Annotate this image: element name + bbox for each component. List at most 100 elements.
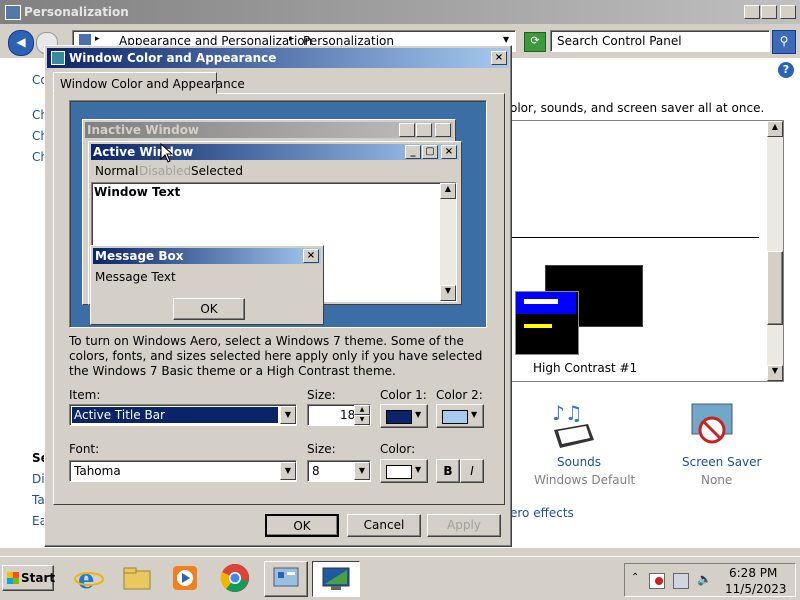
inactive-min-icon: _ bbox=[399, 123, 415, 137]
ok-button[interactable]: OK bbox=[265, 514, 339, 537]
inactive-max-icon: ▢ bbox=[416, 123, 432, 137]
sounds-item[interactable]: ♪♫ Sounds Windows Default bbox=[530, 398, 635, 490]
apply-button[interactable]: Apply bbox=[427, 514, 501, 537]
size-spin-down[interactable]: ▼ bbox=[354, 415, 370, 425]
theme-high-contrast-1[interactable] bbox=[515, 263, 645, 363]
screensaver-item[interactable]: Screen Saver None bbox=[670, 398, 762, 490]
font-size-label: Size: bbox=[307, 442, 336, 456]
dialog-close-button[interactable]: × bbox=[491, 51, 507, 65]
internet-explorer-icon[interactable]: e bbox=[74, 563, 104, 595]
search-button[interactable]: ⚲ bbox=[772, 30, 796, 54]
font-color-swatch bbox=[386, 465, 412, 479]
tab-label: Window Color and Appearance bbox=[60, 77, 245, 91]
active-close-icon: × bbox=[441, 145, 457, 159]
clock-date[interactable]: 11/5/2023 bbox=[725, 582, 787, 596]
network-icon[interactable] bbox=[673, 573, 689, 589]
msgbox-title-bar: Message Box × bbox=[93, 248, 321, 264]
font-select[interactable]: Tahoma ▼ bbox=[69, 460, 297, 482]
scroll-up-button[interactable]: ▲ bbox=[767, 121, 783, 137]
scroll-thumb[interactable] bbox=[767, 251, 783, 325]
clock-time[interactable]: 6:28 PM bbox=[729, 566, 777, 580]
search-placeholder: Search Control Panel bbox=[557, 34, 682, 48]
font-size-select[interactable]: 8 ▼ bbox=[307, 460, 371, 482]
svg-text:e: e bbox=[78, 565, 95, 593]
font-size-dropdown-button[interactable]: ▼ bbox=[354, 462, 370, 480]
size-field[interactable]: 18 ▲ ▼ bbox=[307, 404, 371, 426]
chrome-icon[interactable] bbox=[220, 563, 250, 593]
svg-text:♪♫: ♪♫ bbox=[552, 401, 583, 425]
windows-logo-icon bbox=[7, 572, 19, 584]
scroll-down-button[interactable]: ▼ bbox=[767, 365, 783, 381]
page-description: olor, sounds, and screen saver all at on… bbox=[510, 101, 765, 115]
inactive-title-bar: Inactive Window _ ▢ × bbox=[85, 122, 453, 138]
volume-icon[interactable]: 🔈 bbox=[697, 572, 712, 586]
mouse-cursor-icon bbox=[160, 143, 174, 163]
theme-preview-bar-yellow bbox=[524, 324, 552, 328]
tray-x-icon bbox=[655, 577, 663, 585]
preview-scroll-down-icon: ▼ bbox=[440, 285, 456, 301]
maximize-button[interactable]: ▢ bbox=[761, 5, 777, 19]
sounds-sub: Windows Default bbox=[534, 473, 636, 487]
font-label: Font: bbox=[69, 442, 100, 456]
menu-selected: Selected bbox=[191, 164, 244, 178]
item-dropdown-button[interactable]: ▼ bbox=[280, 406, 296, 424]
outer-title-bar: Personalization _ ▢ × bbox=[0, 0, 800, 24]
bold-button[interactable]: B bbox=[436, 459, 460, 483]
italic-button[interactable]: I bbox=[460, 459, 484, 483]
msgbox-text: Message Text bbox=[95, 270, 176, 284]
font-dropdown-button[interactable]: ▼ bbox=[280, 462, 296, 480]
theme-name[interactable]: High Contrast #1 bbox=[533, 361, 637, 375]
back-button[interactable]: ◀ bbox=[8, 30, 34, 56]
system-tray: ⌃ 🔈 6:28 PM 11/5/2023 bbox=[624, 563, 796, 597]
refresh-button[interactable]: ⟳ bbox=[524, 32, 546, 52]
font-color-button[interactable]: ▼ bbox=[380, 459, 428, 483]
chevron-down-icon[interactable]: ▼ bbox=[503, 35, 509, 44]
color2-button[interactable]: ▼ bbox=[436, 404, 484, 428]
aero-effects-link[interactable]: ero effects bbox=[510, 506, 574, 520]
control-panel-icon bbox=[5, 5, 21, 20]
dialog-title: Window Color and Appearance bbox=[69, 51, 277, 65]
control-panel-taskbar-button[interactable] bbox=[264, 561, 308, 597]
start-button[interactable]: Start bbox=[2, 565, 56, 591]
cancel-button[interactable]: Cancel bbox=[347, 514, 421, 537]
screensaver-sub: None bbox=[701, 473, 733, 487]
size-label: Size: bbox=[307, 388, 336, 402]
tab-window-color[interactable]: Window Color and Appearance bbox=[53, 72, 245, 94]
preview-scroll-up-icon: ▲ bbox=[440, 183, 456, 199]
window-color-dialog: Window Color and Appearance × Window Col… bbox=[44, 45, 512, 547]
file-explorer-icon[interactable] bbox=[122, 563, 152, 593]
color2-label: Color 2: bbox=[436, 388, 483, 402]
item-value: Active Title Bar bbox=[74, 408, 165, 422]
color2-swatch bbox=[442, 410, 468, 424]
search-input[interactable]: Search Control Panel bbox=[550, 30, 770, 52]
outer-title: Personalization bbox=[24, 5, 129, 19]
close-button[interactable]: × bbox=[780, 5, 796, 19]
size-spin-up[interactable]: ▲ bbox=[354, 405, 370, 415]
chevron-right-icon: ▸ bbox=[95, 34, 100, 44]
inactive-title: Inactive Window bbox=[87, 123, 200, 137]
dialog-icon bbox=[51, 51, 65, 65]
screen-saver-icon bbox=[691, 403, 733, 444]
back-arrow-icon: ◀ bbox=[16, 35, 26, 49]
minimize-button[interactable]: _ bbox=[744, 5, 760, 19]
screensaver-label: Screen Saver bbox=[682, 455, 762, 469]
color1-button[interactable]: ▼ bbox=[380, 404, 428, 428]
theme-list-divider bbox=[509, 237, 759, 238]
chevron-down-icon: ▼ bbox=[415, 410, 422, 419]
show-hidden-icons[interactable]: ⌃ bbox=[631, 572, 639, 583]
active-max-icon: ▢ bbox=[422, 145, 438, 159]
help-icon[interactable]: ? bbox=[778, 62, 794, 78]
item-label: Item: bbox=[69, 388, 101, 402]
theme-scrollbar[interactable]: ▲ ▼ bbox=[767, 121, 783, 381]
active-min-icon: _ bbox=[405, 145, 421, 159]
item-select[interactable]: Active Title Bar ▼ bbox=[69, 404, 297, 426]
personalization-taskbar-button[interactable] bbox=[312, 561, 360, 597]
left-bottom-link-1[interactable]: Ta bbox=[32, 493, 45, 507]
color1-label: Color 1: bbox=[380, 388, 427, 402]
window-text: Window Text bbox=[94, 185, 181, 199]
action-center-icon[interactable] bbox=[649, 573, 665, 589]
media-player-icon[interactable] bbox=[170, 563, 200, 593]
sounds-icon: ♪♫ bbox=[552, 401, 594, 448]
start-label: Start bbox=[21, 571, 56, 585]
chevron-down-icon: ▼ bbox=[415, 465, 422, 474]
